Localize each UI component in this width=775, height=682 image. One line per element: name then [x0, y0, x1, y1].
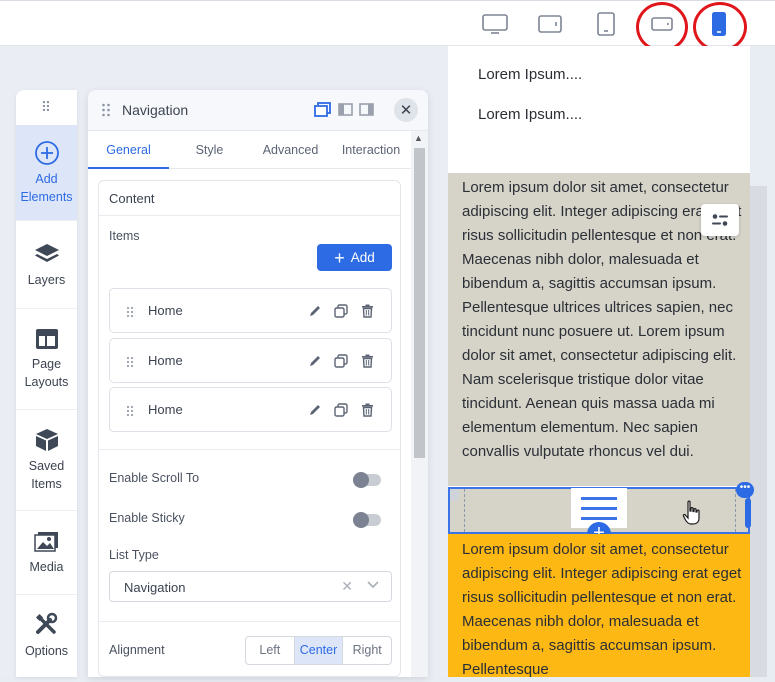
trash-icon[interactable]: [361, 304, 374, 318]
close-icon: ✕: [399, 102, 413, 119]
tablet-portrait-icon[interactable]: [589, 7, 623, 41]
settings-button[interactable]: [701, 204, 739, 236]
rail-label: Options: [24, 644, 69, 658]
hand-cursor-icon: [682, 500, 700, 525]
divider: [99, 449, 400, 450]
rail-item-layers[interactable]: Layers: [16, 221, 77, 309]
select-value: Navigation: [124, 580, 186, 595]
nav-item-row[interactable]: Home: [109, 338, 392, 383]
drag-handle-icon[interactable]: [450, 489, 459, 501]
left-rail: ⠿ Add Elements Layers Page Layouts Saved…: [16, 90, 77, 677]
drag-handle-icon[interactable]: [126, 405, 134, 417]
tab-advanced[interactable]: Advanced: [250, 131, 331, 169]
clear-icon[interactable]: ✕: [341, 578, 353, 595]
align-right-option[interactable]: Right: [343, 637, 391, 664]
drag-handle-icon[interactable]: [101, 103, 111, 117]
nav-item-row[interactable]: Home: [109, 387, 392, 432]
rail-label: Media: [29, 559, 64, 574]
edit-icon[interactable]: [308, 403, 322, 417]
drag-handle-icon[interactable]: [126, 306, 134, 318]
tablet-landscape-icon[interactable]: [533, 7, 567, 41]
box-icon: [35, 429, 58, 451]
items-label: Items: [109, 229, 140, 243]
paragraph-text: Lorem ipsum dolor sit amet, consectetur …: [462, 179, 742, 460]
preview-scrollbar[interactable]: [750, 186, 767, 677]
tab-general[interactable]: General: [88, 131, 169, 169]
float-window-icon[interactable]: [314, 102, 331, 117]
more-options-icon[interactable]: •••: [736, 482, 754, 498]
section-title: Content: [109, 191, 155, 206]
paragraph-text: Lorem ipsum dolor sit amet, consectetur …: [462, 541, 742, 678]
nav-item-label: Home: [148, 402, 183, 417]
tab-style[interactable]: Style: [169, 131, 250, 169]
add-label: Add: [350, 250, 375, 265]
nav-item-row[interactable]: Home: [109, 288, 392, 333]
nav-item-label: Home: [148, 303, 183, 318]
alignment-segmented-control: Left Center Right: [245, 636, 392, 665]
nav-item-label: Home: [148, 353, 183, 368]
content-section: Content Items + Add Home Home Home Enabl…: [98, 180, 401, 677]
add-item-button[interactable]: + Add: [317, 244, 392, 271]
plus-icon: +: [334, 247, 345, 268]
divider: [99, 621, 400, 622]
divider: [99, 215, 400, 216]
layout-icon: [35, 329, 58, 349]
layers-icon: [34, 243, 59, 262]
duplicate-icon[interactable]: [334, 403, 348, 417]
duplicate-icon[interactable]: [334, 354, 348, 368]
tools-icon: [35, 612, 57, 634]
dock-left-icon[interactable]: [338, 103, 353, 116]
highlight-circle: [636, 2, 688, 52]
rail-label: Saved Items: [28, 459, 65, 491]
list-type-label: List Type: [109, 548, 159, 562]
image-icon: [33, 531, 58, 552]
rail-item-options[interactable]: Options: [16, 595, 77, 677]
drag-handle-icon[interactable]: ⠿: [16, 90, 77, 125]
device-toolbar: [0, 0, 775, 52]
scroll-to-label: Enable Scroll To: [109, 471, 200, 485]
preview-menu-item[interactable]: Lorem Ipsum....: [478, 66, 582, 83]
sticky-toggle[interactable]: [353, 512, 381, 528]
panel-title: Navigation: [122, 102, 189, 118]
resize-handle[interactable]: [745, 498, 751, 528]
rail-item-saved-items[interactable]: Saved Items: [16, 410, 77, 511]
rail-label: Page Layouts: [24, 357, 69, 389]
preview-menu-item[interactable]: Lorem Ipsum....: [478, 106, 582, 123]
rail-item-page-layouts[interactable]: Page Layouts: [16, 309, 77, 410]
navigation-settings-panel: Navigation ✕ General Style Advanced Inte…: [88, 90, 428, 677]
align-center-option[interactable]: Center: [294, 637, 344, 664]
edit-icon[interactable]: [308, 304, 322, 318]
alignment-label: Alignment: [109, 643, 165, 657]
scroll-to-toggle[interactable]: [353, 472, 381, 488]
close-button[interactable]: ✕: [394, 98, 418, 122]
sticky-label: Enable Sticky: [109, 511, 185, 525]
chevron-down-icon[interactable]: [367, 581, 379, 589]
rail-label: Add Elements: [20, 171, 73, 204]
scrollbar-thumb[interactable]: [414, 148, 425, 458]
duplicate-icon[interactable]: [334, 304, 348, 318]
panel-header: Navigation ✕: [88, 90, 428, 131]
trash-icon[interactable]: [361, 354, 374, 368]
trash-icon[interactable]: [361, 403, 374, 417]
rail-label: Layers: [27, 272, 66, 287]
dock-right-icon[interactable]: [359, 103, 374, 116]
list-type-select[interactable]: Navigation ✕: [109, 571, 392, 602]
panel-tabs: General Style Advanced Interaction: [88, 131, 413, 169]
tab-interaction[interactable]: Interaction: [331, 131, 411, 169]
desktop-icon[interactable]: [478, 7, 512, 41]
edit-icon[interactable]: [308, 354, 322, 368]
align-left-option[interactable]: Left: [246, 637, 295, 664]
highlight-circle: [693, 2, 747, 52]
rail-item-media[interactable]: Media: [16, 511, 77, 595]
plus-circle-icon: [34, 140, 59, 165]
scroll-up-icon[interactable]: ▲: [414, 133, 423, 143]
sliders-icon: [712, 214, 728, 226]
rail-item-add-elements[interactable]: Add Elements: [16, 125, 77, 221]
drag-handle-icon[interactable]: [126, 356, 134, 368]
